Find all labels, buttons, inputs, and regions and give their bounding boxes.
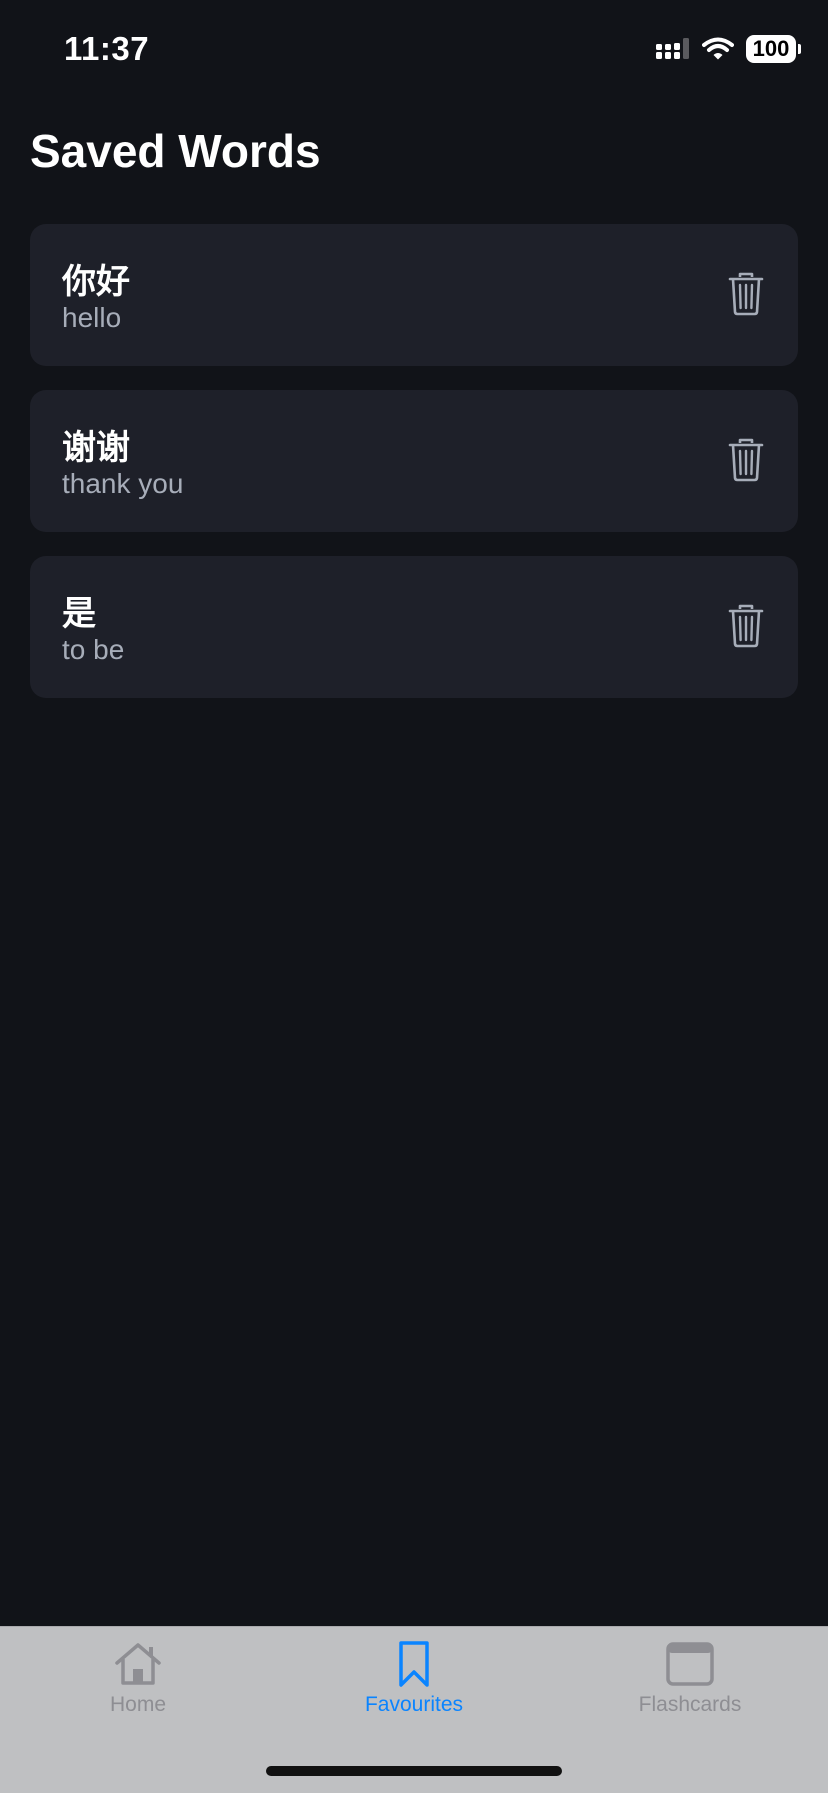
word-card[interactable]: 是 to be <box>30 556 798 698</box>
trash-icon[interactable] <box>728 438 764 482</box>
trash-icon[interactable] <box>728 604 764 648</box>
word-english: hello <box>62 302 122 333</box>
status-bar: 11:37 100 <box>0 0 828 100</box>
word-card[interactable]: 你好 hello <box>30 224 798 366</box>
card-icon <box>666 1642 714 1686</box>
saved-words-list: 你好 hello 谢谢 thank you 是 to be <box>30 224 798 722</box>
house-icon <box>115 1643 161 1685</box>
word-chinese: 是 <box>62 594 96 634</box>
tab-flashcards[interactable]: Flashcards <box>590 1641 790 1717</box>
battery-indicator: 100 <box>746 35 801 63</box>
status-indicators: 100 <box>656 34 801 64</box>
battery-tip <box>798 44 801 54</box>
word-english: thank you <box>62 468 184 499</box>
word-chinese: 谢谢 <box>62 428 130 468</box>
trash-icon[interactable] <box>728 272 764 316</box>
cellular-signal-icon <box>656 38 689 59</box>
home-indicator <box>266 1766 562 1776</box>
tab-favourites[interactable]: Favourites <box>314 1641 514 1717</box>
wifi-icon <box>702 37 734 60</box>
page-title: Saved Words <box>30 125 321 177</box>
word-card[interactable]: 谢谢 thank you <box>30 390 798 532</box>
tab-favourites-label: Favourites <box>364 1693 464 1716</box>
tab-flashcards-label: Flashcards <box>638 1693 742 1716</box>
word-english: to be <box>62 634 125 665</box>
tab-home[interactable]: Home <box>38 1641 238 1717</box>
bookmark-icon <box>399 1641 429 1687</box>
word-chinese: 你好 <box>62 262 130 302</box>
status-time: 11:37 <box>64 30 150 67</box>
battery-level: 100 <box>752 36 790 61</box>
tab-home-label: Home <box>109 1693 167 1716</box>
